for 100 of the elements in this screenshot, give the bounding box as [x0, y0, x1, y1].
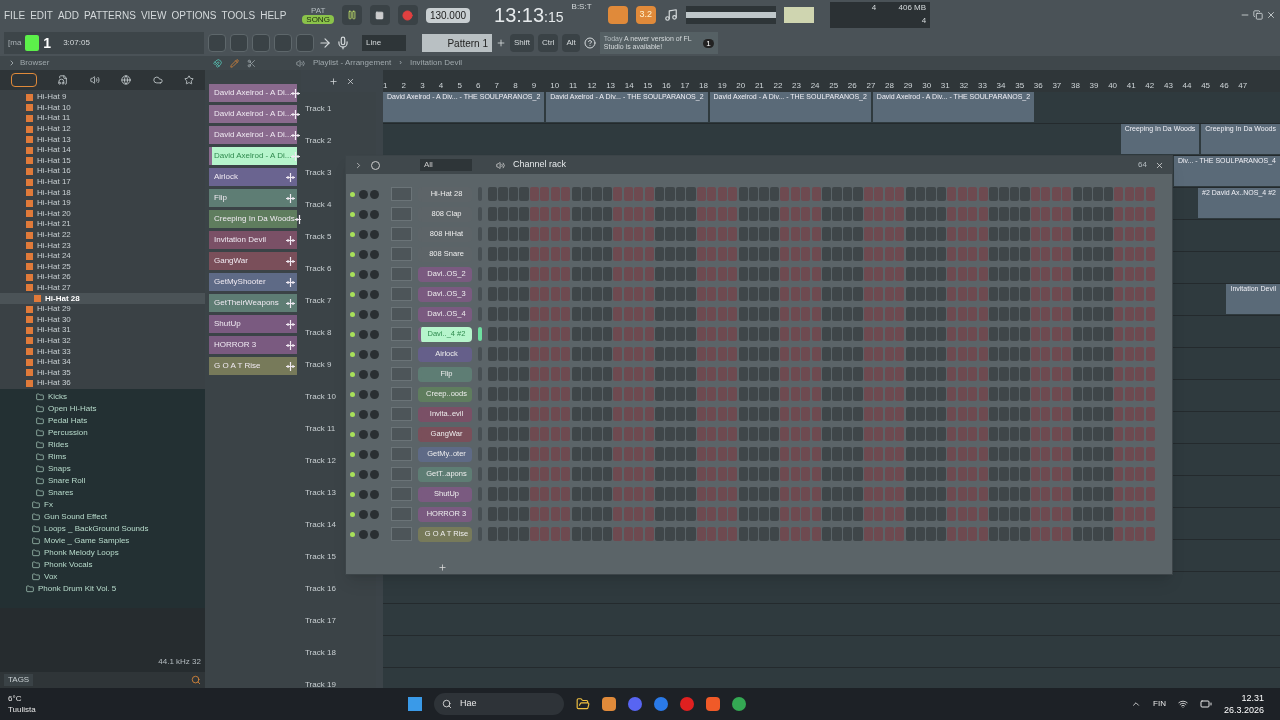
- browser-folder-item[interactable]: Loops _ BackGround Sounds: [0, 522, 205, 535]
- browser-file-item[interactable]: Hi-Hat 24: [0, 250, 205, 262]
- channel-led[interactable]: [350, 511, 355, 517]
- pause-button[interactable]: [341, 5, 362, 25]
- channel-led[interactable]: [350, 371, 355, 377]
- browser-file-item[interactable]: Hi-Hat 30: [0, 314, 205, 326]
- track-label[interactable]: Track 13: [305, 488, 336, 497]
- close-icon[interactable]: [1266, 10, 1276, 20]
- channel-led[interactable]: [350, 351, 355, 357]
- browser-folder-item[interactable]: Gun Sound Effect: [0, 510, 205, 523]
- browser-file-item[interactable]: Hi-Hat 17: [0, 176, 205, 188]
- stop-button[interactable]: [369, 5, 390, 25]
- wifi-icon[interactable]: [1177, 699, 1188, 709]
- taskbar-search-field[interactable]: Hae: [434, 693, 564, 715]
- language-indicator[interactable]: FIN: [1153, 698, 1166, 710]
- pattern-clip-item[interactable]: Airlock: [209, 168, 297, 186]
- add-channel-icon[interactable]: [438, 563, 447, 572]
- restore-icon[interactable]: [1253, 10, 1263, 20]
- record-button[interactable]: [397, 5, 418, 25]
- mixer-track-field[interactable]: [391, 447, 412, 461]
- browser-file-item[interactable]: Hi-Hat 10: [0, 102, 205, 114]
- browser-file-item[interactable]: Hi-Hat 9: [0, 92, 205, 103]
- channel-led[interactable]: [350, 191, 355, 197]
- browser-file-item[interactable]: Hi-Hat 11: [0, 113, 205, 124]
- snap-dropdown[interactable]: Line: [362, 35, 406, 51]
- browser-file-item[interactable]: Hi-Hat 28: [0, 293, 205, 304]
- add-pattern-icon[interactable]: [496, 38, 506, 48]
- track-label[interactable]: Track 14: [305, 520, 336, 529]
- mixer-track-field[interactable]: [391, 287, 412, 301]
- menu-item[interactable]: HELP: [260, 7, 287, 23]
- browser-file-item[interactable]: Hi-Hat 25: [0, 261, 205, 273]
- mixer-track-field[interactable]: [391, 347, 412, 361]
- song-mode-button[interactable]: SONG: [302, 15, 334, 24]
- menu-item[interactable]: VIEW: [140, 7, 167, 23]
- track-lane[interactable]: [383, 636, 1280, 668]
- search-icon[interactable]: [191, 675, 201, 685]
- channel-led[interactable]: [350, 271, 355, 277]
- browser-file-item[interactable]: Hi-Hat 13: [0, 134, 205, 145]
- browser-folder-item[interactable]: Snare Roll: [0, 474, 205, 487]
- pattern-clip-item[interactable]: Flip: [209, 189, 297, 207]
- browser-file-item[interactable]: Hi-Hat 14: [0, 144, 205, 156]
- track-label[interactable]: Track 18: [305, 648, 336, 657]
- browser-folder-item[interactable]: Vox: [0, 570, 205, 583]
- browser-folder-item[interactable]: Fx: [0, 498, 205, 511]
- browser-file-item[interactable]: Hi-Hat 26: [0, 272, 205, 283]
- track-label[interactable]: Track 12: [305, 456, 336, 465]
- browser-folder-item[interactable]: Pedal Hats: [0, 414, 205, 427]
- browser-file-item[interactable]: Hi-Hat 16: [0, 166, 205, 177]
- track-label[interactable]: Track 17: [305, 616, 336, 625]
- channel-led[interactable]: [350, 411, 355, 417]
- mixer-track-field[interactable]: [391, 507, 412, 521]
- channel-led[interactable]: [350, 451, 355, 457]
- close-icon[interactable]: [1155, 160, 1164, 170]
- track-label[interactable]: Track 10: [305, 392, 336, 401]
- arrangement-name[interactable]: Invitation Devil: [409, 57, 462, 69]
- microphone-icon[interactable]: [336, 36, 350, 50]
- browser-folder-item[interactable]: Open Hi-Hats: [0, 402, 205, 415]
- channel-led[interactable]: [350, 491, 355, 497]
- browser-file-item[interactable]: Hi-Hat 29: [0, 303, 205, 315]
- track-label[interactable]: Track 16: [305, 584, 336, 593]
- track-label[interactable]: Track 4: [305, 200, 332, 209]
- menu-item[interactable]: OPTIONS: [171, 7, 217, 23]
- app-icon[interactable]: [602, 697, 616, 711]
- track-label[interactable]: Track 1: [305, 104, 332, 113]
- track-label[interactable]: Track 11: [305, 424, 336, 433]
- browser-file-item[interactable]: Hi-Hat 12: [0, 123, 205, 135]
- modifier-key-button[interactable]: Shift: [510, 34, 534, 52]
- tags-button[interactable]: TAGS: [4, 674, 34, 686]
- tempo-field[interactable]: 130.000: [425, 7, 471, 23]
- step-count[interactable]: 64: [1138, 159, 1147, 171]
- start-icon[interactable]: [408, 697, 422, 711]
- app-icon[interactable]: [680, 697, 694, 711]
- timeline-ruler[interactable]: 1 2 3 4 5 6 7 8 9 10 11 12 13 14 15 16 17 18 19 20 21 22 23 24 25 26 27 28 29 30 31 32 33 34 35 36 37 38 39 40 41 42 43 44 45 46 47: [383, 70, 1280, 92]
- chevron-up-icon[interactable]: [1131, 699, 1142, 709]
- track-label[interactable]: Track 5: [305, 232, 332, 241]
- browser-folder-item[interactable]: Snaps: [0, 462, 205, 475]
- browser-file-item[interactable]: Hi-Hat 35: [0, 367, 205, 379]
- menu-item[interactable]: TOOLS: [221, 7, 256, 23]
- pattern-clip-item[interactable]: ShutUp: [209, 315, 297, 333]
- mixer-track-field[interactable]: [391, 327, 412, 341]
- music-note-icon[interactable]: [664, 8, 679, 22]
- mixer-track-field[interactable]: [391, 307, 412, 321]
- pattern-clip-item[interactable]: G O A T Rise: [209, 357, 297, 375]
- mixer-track-field[interactable]: [391, 367, 412, 381]
- track-label[interactable]: Track 6: [305, 264, 332, 273]
- pattern-clip-item[interactable]: GetTheirWeapons: [209, 294, 297, 312]
- browser-folder-item[interactable]: Snares: [0, 486, 205, 499]
- channel-led[interactable]: [350, 391, 355, 397]
- help-icon[interactable]: [583, 37, 596, 49]
- channel-led[interactable]: [350, 471, 355, 477]
- menu-item[interactable]: FILE: [4, 7, 26, 23]
- browser-file-item[interactable]: Hi-Hat 15: [0, 155, 205, 167]
- browser-folder-item[interactable]: Rims: [0, 450, 205, 463]
- star-icon[interactable]: [184, 75, 195, 85]
- cloud-icon[interactable]: [152, 75, 163, 85]
- pattern-clip-item[interactable]: David Axelrod - A Di...: [209, 126, 297, 144]
- pattern-clip-item[interactable]: GetMyShooter: [209, 273, 297, 291]
- track-lane[interactable]: [383, 604, 1280, 636]
- channel-select-bar[interactable]: [478, 327, 482, 341]
- scissors-icon[interactable]: [247, 58, 256, 68]
